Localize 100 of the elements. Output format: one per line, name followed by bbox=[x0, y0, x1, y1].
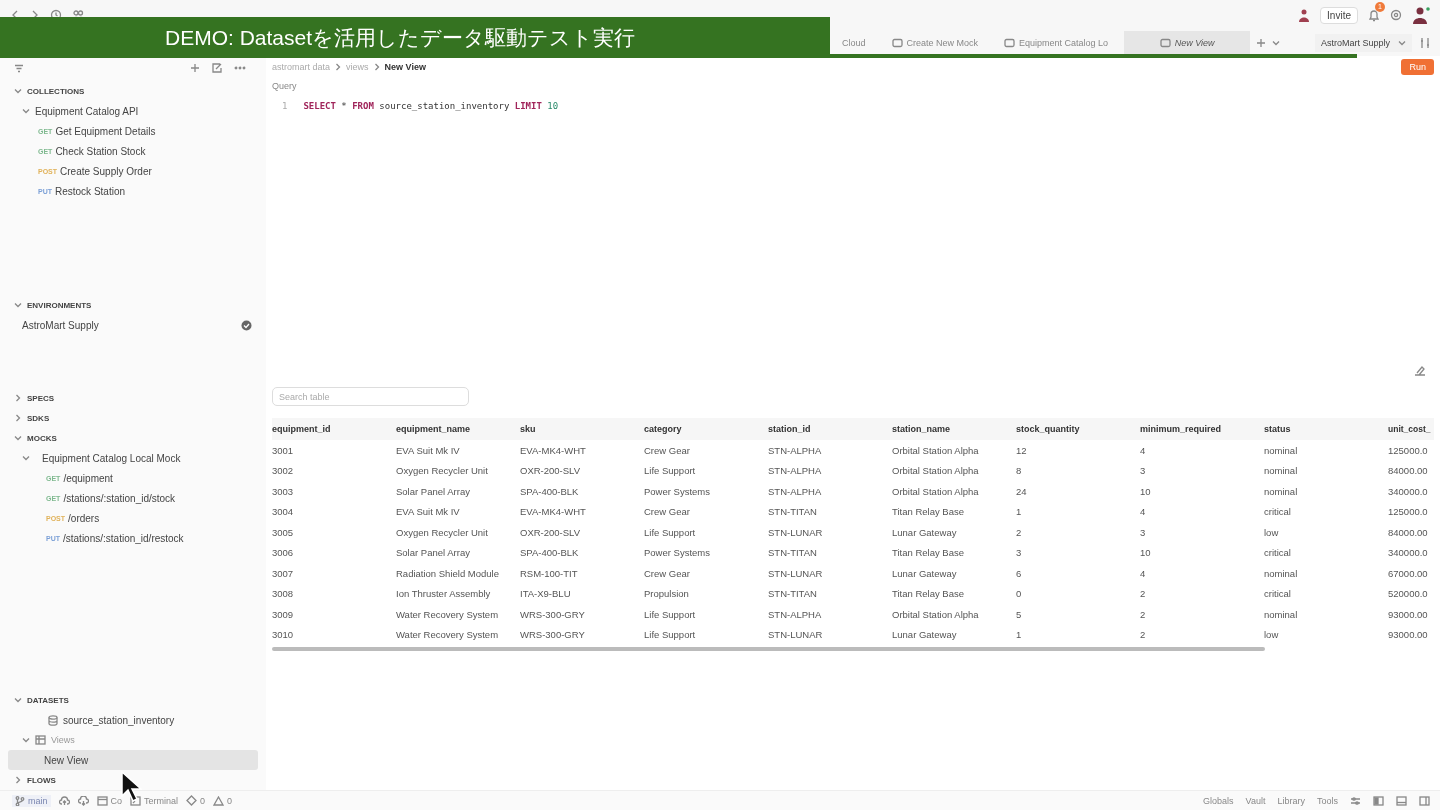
table-cell: 10 bbox=[1140, 481, 1264, 502]
status-button[interactable]: Co bbox=[96, 795, 123, 806]
table-cell: 3004 bbox=[272, 501, 396, 522]
column-header: category bbox=[644, 418, 768, 440]
chevron-icon bbox=[14, 87, 22, 95]
table-cell: Crew Gear bbox=[644, 440, 768, 461]
section-header[interactable]: ENVIRONMENTS bbox=[8, 295, 258, 315]
tab[interactable]: Create New Mock bbox=[881, 31, 989, 55]
tab[interactable]: New View bbox=[1124, 31, 1251, 55]
table-cell: STN-LUNAR bbox=[768, 563, 892, 584]
error-count[interactable]: 0 bbox=[186, 795, 206, 806]
table-cell: 12 bbox=[1016, 440, 1140, 461]
clear-icon bbox=[1414, 365, 1426, 376]
import-icon bbox=[212, 63, 222, 73]
right-panel-icon bbox=[1419, 795, 1430, 806]
table-cell: Titan Relay Base bbox=[892, 501, 1016, 522]
section-header[interactable]: SPECS bbox=[8, 388, 258, 408]
table-cell: 2 bbox=[1016, 522, 1140, 543]
chevron-icon bbox=[14, 434, 22, 442]
section-header[interactable]: MOCKS bbox=[8, 428, 258, 448]
status-link[interactable]: Tools bbox=[1317, 795, 1338, 806]
table-cell: Orbital Station Alpha bbox=[892, 481, 1016, 502]
status-link[interactable]: Globals bbox=[1203, 795, 1234, 806]
status-link[interactable]: Library bbox=[1277, 795, 1305, 806]
section-header[interactable]: DATASETS bbox=[8, 690, 258, 710]
table-cell: STN-TITAN bbox=[768, 583, 892, 604]
window-icon bbox=[1004, 38, 1016, 48]
table-cell: 4 bbox=[1140, 563, 1264, 584]
table-cell: 3 bbox=[1016, 542, 1140, 563]
table-cell: SPA-400-BLK bbox=[520, 481, 644, 502]
table-cell: 5 bbox=[1016, 604, 1140, 625]
invite-button[interactable]: Invite bbox=[1320, 6, 1358, 24]
tree-item[interactable]: Equipment Catalog Local Mock bbox=[8, 448, 258, 468]
table-cell: Oxygen Recycler Unit bbox=[396, 522, 520, 543]
table-cell: Life Support bbox=[644, 604, 768, 625]
column-header: status bbox=[1264, 418, 1388, 440]
search-field[interactable]: Search table bbox=[272, 387, 469, 406]
column-header: equipment_name bbox=[396, 418, 520, 440]
table-cell: STN-LUNAR bbox=[768, 624, 892, 645]
window-icon bbox=[891, 38, 903, 48]
table-cell: critical bbox=[1264, 542, 1388, 563]
table-cell: Orbital Station Alpha bbox=[892, 460, 1016, 481]
tree-item[interactable]: New View bbox=[8, 750, 258, 770]
table-cell: nominal bbox=[1264, 604, 1388, 625]
table-cell: critical bbox=[1264, 501, 1388, 522]
chevron-icon bbox=[373, 63, 380, 71]
chevron-icon bbox=[1398, 39, 1406, 47]
tree-item[interactable]: source_station_inventory bbox=[8, 710, 258, 730]
environment-select[interactable]: AstroMart Supply bbox=[1314, 34, 1412, 52]
plus-icon bbox=[190, 63, 200, 73]
table-cell: nominal bbox=[1264, 460, 1388, 481]
breadcrumb-item[interactable]: New View bbox=[384, 62, 426, 72]
table-cell: Propulsion bbox=[644, 583, 768, 604]
table-cell: EVA Suit Mk IV bbox=[396, 501, 520, 522]
table-cell: Life Support bbox=[644, 460, 768, 481]
column-header: sku bbox=[520, 418, 644, 440]
table-cell: 3010 bbox=[272, 624, 396, 645]
tree-item[interactable]: AstroMart Supply bbox=[8, 315, 258, 335]
column-header: station_name bbox=[892, 418, 1016, 440]
table-cell: STN-TITAN bbox=[768, 501, 892, 522]
scrollbar-thumb[interactable] bbox=[272, 647, 1265, 651]
table-cell: Water Recovery System bbox=[396, 624, 520, 645]
table-cell: 4 bbox=[1140, 440, 1264, 461]
chevron-icon bbox=[14, 696, 22, 704]
line-number: 1 bbox=[282, 101, 288, 111]
section-header[interactable]: COLLECTIONS bbox=[8, 81, 258, 101]
cloud-upload-icon bbox=[58, 795, 70, 806]
table-cell: Crew Gear bbox=[644, 563, 768, 584]
table-cell: 2 bbox=[1140, 604, 1264, 625]
column-header: equipment_id bbox=[272, 418, 396, 440]
table-cell: nominal bbox=[1264, 563, 1388, 584]
table-cell: 3006 bbox=[272, 542, 396, 563]
table-cell: 3005 bbox=[272, 522, 396, 543]
database-icon bbox=[48, 714, 58, 726]
table-cell-text: 340000.0 bbox=[1388, 546, 1429, 561]
warning-icon bbox=[213, 795, 225, 806]
tab[interactable]: Cloud bbox=[832, 31, 876, 55]
status-link[interactable]: Vault bbox=[1245, 795, 1266, 806]
table-cell: STN-ALPHA bbox=[768, 481, 892, 502]
warning-count[interactable]: 0 bbox=[213, 795, 233, 806]
tab[interactable]: Equipment Catalog Lo bbox=[994, 31, 1119, 55]
table-cell: 1 bbox=[1016, 624, 1140, 645]
table-cell: ITA-X9-BLU bbox=[520, 583, 644, 604]
table-cell: Oxygen Recycler Unit bbox=[396, 460, 520, 481]
table-cell: Radiation Shield Module bbox=[396, 563, 520, 584]
table-cell: 3001 bbox=[272, 440, 396, 461]
table-cell: Life Support bbox=[644, 522, 768, 543]
table-cell: 2 bbox=[1140, 624, 1264, 645]
table-cell: 24 bbox=[1016, 481, 1140, 502]
table-cell: 0 bbox=[1016, 583, 1140, 604]
table-cell: Lunar Gateway bbox=[892, 563, 1016, 584]
table-cell-text: 93000.00 bbox=[1388, 628, 1429, 643]
table-cell: 3 bbox=[1140, 522, 1264, 543]
section-header[interactable]: FLOWS bbox=[8, 770, 258, 790]
code-line: SELECT * FROM source_station_inventory LIMIT 10 bbox=[303, 101, 559, 111]
section-header[interactable]: SDKS bbox=[8, 408, 258, 428]
table-cell: 1 bbox=[1016, 501, 1140, 522]
table-cell: STN-LUNAR bbox=[768, 522, 892, 543]
tree-item[interactable]: Equipment Catalog API bbox=[8, 101, 258, 121]
table-cell: Life Support bbox=[644, 624, 768, 645]
